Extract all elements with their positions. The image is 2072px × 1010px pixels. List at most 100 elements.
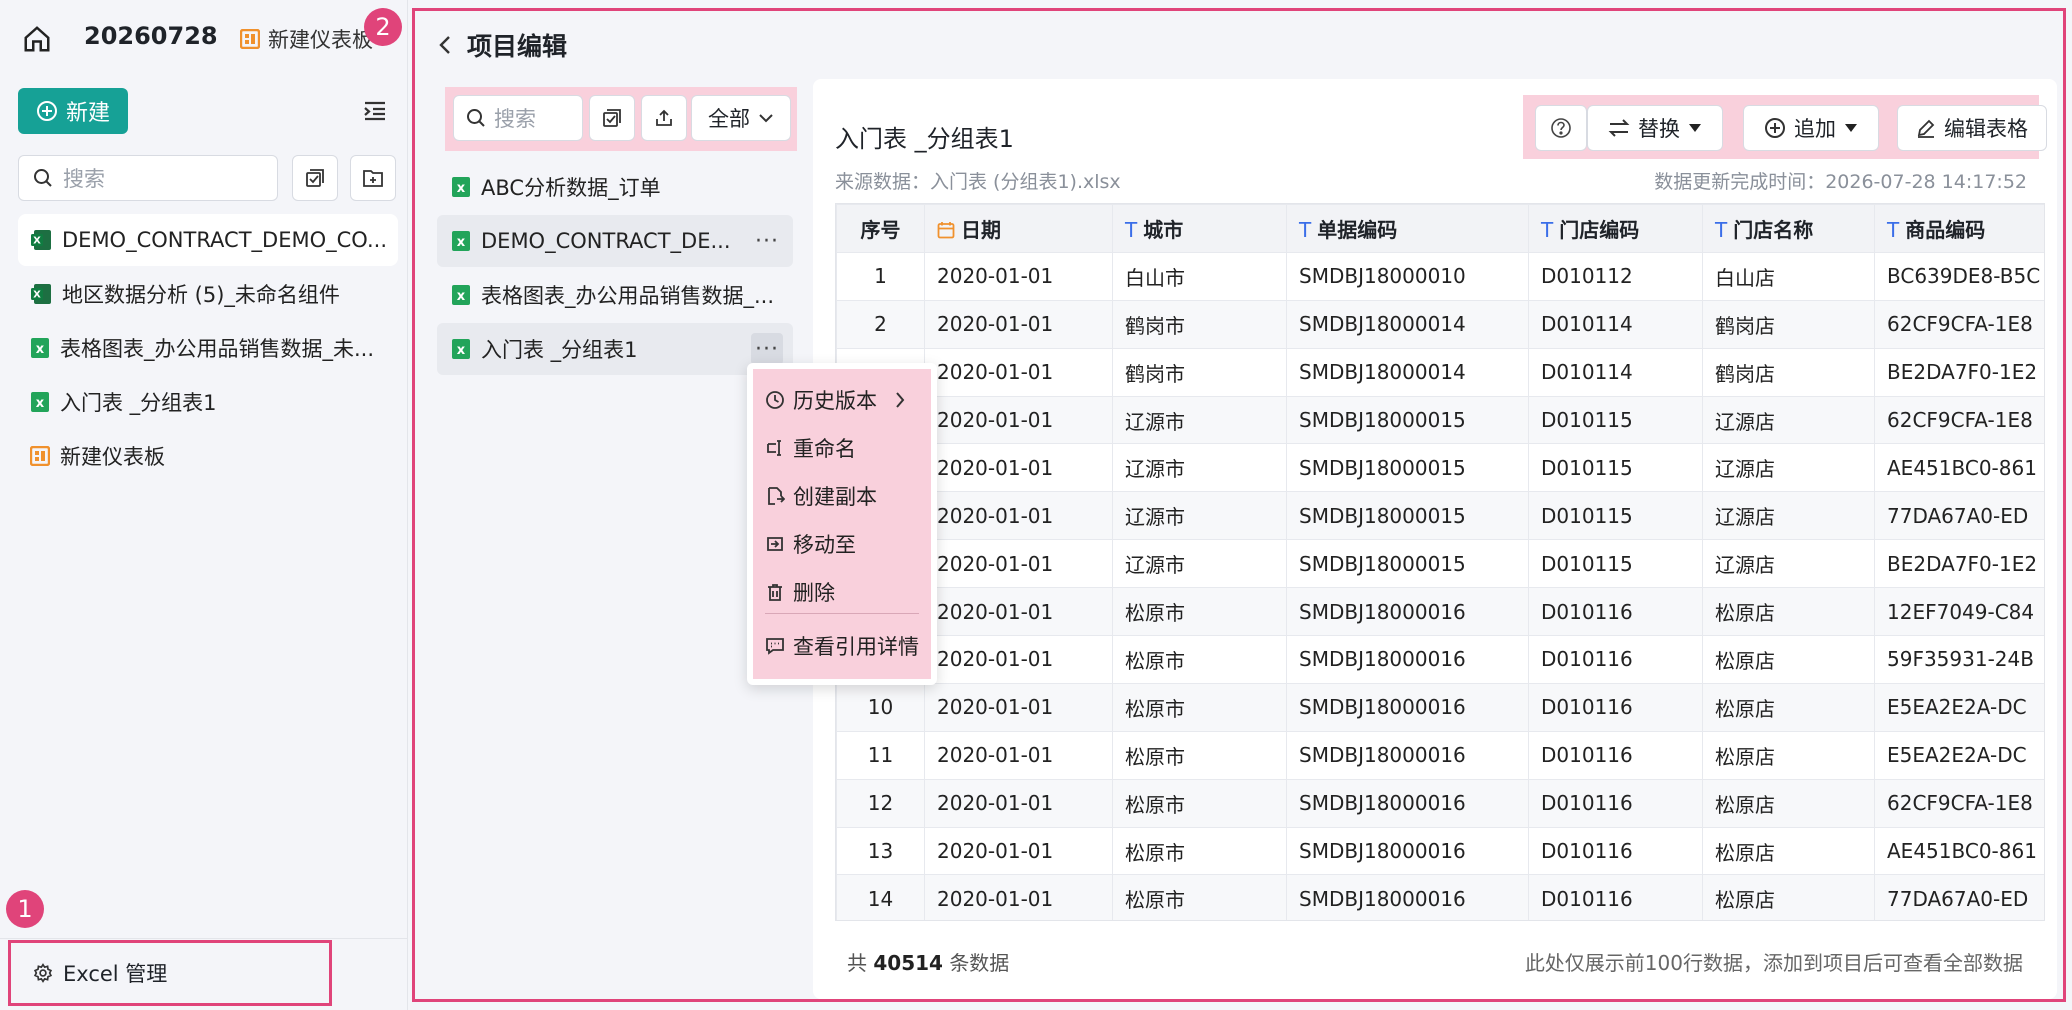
help-button[interactable]	[1535, 105, 1587, 151]
table-cell[interactable]: 辽源店	[1702, 539, 1875, 589]
table-cell[interactable]: D010116	[1528, 587, 1703, 637]
table-cell[interactable]: 松原店	[1702, 874, 1875, 920]
table-cell[interactable]: 10	[836, 682, 925, 732]
table-cell[interactable]: SMDBJ18000016	[1286, 826, 1529, 876]
table-cell[interactable]: SMDBJ18000015	[1286, 395, 1529, 445]
table-cell[interactable]: 14	[836, 874, 925, 920]
table-cell[interactable]: D010114	[1528, 347, 1703, 397]
table-cell[interactable]: SMDBJ18000016	[1286, 874, 1529, 920]
table-cell[interactable]: 77DA67A0-ED	[1874, 874, 2044, 920]
sidebar-item-region-analysis[interactable]: X 地区数据分析 (5)_未命名组件	[18, 268, 398, 320]
upload-button[interactable]	[641, 95, 687, 141]
table-cell[interactable]: 辽源市	[1112, 539, 1287, 589]
column-header-index[interactable]: 序号	[836, 204, 925, 253]
table-row[interactable]: 72020-01-01辽源市SMDBJ18000015D010115辽源店BE2…	[836, 539, 2044, 589]
table-cell[interactable]: BE2DA7F0-1E2	[1874, 347, 2044, 397]
file-search-input[interactable]: 搜索	[453, 95, 583, 141]
table-cell[interactable]: 62CF9CFA-1E8	[1874, 299, 2044, 349]
table-cell[interactable]: D010116	[1528, 874, 1703, 920]
column-header-store-name[interactable]: T 门店名称	[1702, 204, 1875, 253]
table-row[interactable]: 52020-01-01辽源市SMDBJ18000015D010115辽源店AE4…	[836, 443, 2044, 493]
table-row[interactable]: 1 2020-01-01 白山市 SMDBJ18000010 D010112 白山店 BC6…	[836, 251, 2044, 301]
sidebar-item-office-sales[interactable]: x 表格图表_办公用品销售数据_未...	[18, 322, 398, 374]
table-cell[interactable]: SMDBJ18000016	[1286, 778, 1529, 828]
table-cell[interactable]: 62CF9CFA-1E8	[1874, 778, 2044, 828]
table-cell[interactable]: SMDBJ18000014	[1286, 299, 1529, 349]
table-cell[interactable]: 辽源市	[1112, 395, 1287, 445]
table-row[interactable]: 12 2020-01-01 松原市 SMDBJ18000016 D010116 松原店 62…	[836, 778, 2044, 828]
menu-item-duplicate[interactable]: 创建副本	[765, 481, 877, 511]
table-cell[interactable]: D010115	[1528, 443, 1703, 493]
table-cell[interactable]: 77DA67A0-ED	[1874, 491, 2044, 541]
table-cell[interactable]: BE2DA7F0-1E2	[1874, 539, 2044, 589]
column-header-store-code[interactable]: T 门店编码	[1528, 204, 1703, 253]
excel-manage-button[interactable]: Excel 管理	[8, 940, 332, 1006]
home-icon[interactable]	[22, 24, 52, 54]
table-cell[interactable]: SMDBJ18000015	[1286, 539, 1529, 589]
table-cell[interactable]: 松原市	[1112, 635, 1287, 684]
table-cell[interactable]: 12EF7049-C84	[1874, 587, 2044, 637]
table-cell[interactable]: 辽源店	[1702, 491, 1875, 541]
table-cell[interactable]: SMDBJ18000015	[1286, 491, 1529, 541]
table-cell[interactable]: 松原市	[1112, 826, 1287, 876]
table-cell[interactable]: 11	[836, 730, 925, 780]
table-cell[interactable]: 辽源店	[1702, 443, 1875, 493]
table-cell[interactable]: AE451BC0-861	[1874, 443, 2044, 493]
table-cell[interactable]: 2	[836, 299, 925, 349]
column-header-date[interactable]: 日期	[924, 204, 1113, 253]
table-cell[interactable]: SMDBJ18000016	[1286, 730, 1529, 780]
replace-button[interactable]: 替换	[1587, 105, 1723, 151]
file-item-office-sales[interactable]: x 表格图表_办公用品销售数据_...	[437, 269, 793, 321]
sidebar-search-input[interactable]: 搜索	[18, 155, 278, 201]
table-cell[interactable]: 松原市	[1112, 778, 1287, 828]
table-cell[interactable]: 2020-01-01	[924, 395, 1113, 445]
table-cell[interactable]: 鹤岗店	[1702, 347, 1875, 397]
table-cell[interactable]: 2020-01-01	[924, 682, 1113, 732]
table-row[interactable]: 13 2020-01-01 松原市 SMDBJ18000016 D010116 松原店 AE…	[836, 826, 2044, 876]
table-cell[interactable]: 2020-01-01	[924, 778, 1113, 828]
table-row[interactable]: 82020-01-01松原市SMDBJ18000016D010116松原店12E…	[836, 587, 2044, 637]
table-cell[interactable]: 松原店	[1702, 587, 1875, 637]
table-cell[interactable]: 鹤岗市	[1112, 299, 1287, 349]
table-cell[interactable]: 白山市	[1112, 251, 1287, 301]
table-cell[interactable]: 59F35931-24B	[1874, 635, 2044, 684]
table-cell[interactable]: D010114	[1528, 299, 1703, 349]
table-cell[interactable]: 2020-01-01	[924, 587, 1113, 637]
table-cell[interactable]: BC639DE8-B5C	[1874, 251, 2044, 301]
table-row[interactable]: 2 2020-01-01 鹤岗市 SMDBJ18000014 D010114 鹤岗店 62C…	[836, 299, 2044, 349]
table-cell[interactable]: SMDBJ18000016	[1286, 682, 1529, 732]
table-cell[interactable]: 松原市	[1112, 874, 1287, 920]
table-cell[interactable]: 2020-01-01	[924, 251, 1113, 301]
table-cell[interactable]: 2020-01-01	[924, 443, 1113, 493]
table-cell[interactable]: SMDBJ18000010	[1286, 251, 1529, 301]
table-row[interactable]: 10 2020-01-01 松原市 SMDBJ18000016 D010116 松原店 E5…	[836, 682, 2044, 732]
dashboard-tab[interactable]: 新建仪表板	[240, 24, 373, 54]
data-table-wrapper[interactable]: 序号 日期 T 城市 T 单据编码 T 门店编码 T 门店名称 T 商品编码 1 2020-…	[835, 203, 2045, 921]
file-filter-select[interactable]: 全部	[691, 95, 791, 141]
new-folder-button[interactable]	[350, 155, 396, 201]
table-cell[interactable]: 松原店	[1702, 730, 1875, 780]
menu-item-history[interactable]: 历史版本	[765, 385, 905, 415]
table-row[interactable]: 62020-01-01辽源市SMDBJ18000015D010115辽源店77D…	[836, 491, 2044, 541]
menu-item-rename[interactable]: 重命名	[765, 433, 856, 463]
table-cell[interactable]: D010112	[1528, 251, 1703, 301]
table-cell[interactable]: 2020-01-01	[924, 874, 1113, 920]
table-cell[interactable]: 松原店	[1702, 826, 1875, 876]
menu-item-view-references[interactable]: 查看引用详情	[765, 631, 919, 661]
table-cell[interactable]: 2020-01-01	[924, 491, 1113, 541]
batch-select-button[interactable]	[292, 155, 338, 201]
table-cell[interactable]: 松原市	[1112, 730, 1287, 780]
table-cell[interactable]: E5EA2E2A-DC	[1874, 682, 2044, 732]
collapse-sidebar-icon[interactable]	[362, 98, 388, 124]
table-cell[interactable]: 2020-01-01	[924, 299, 1113, 349]
table-cell[interactable]: AE451BC0-861	[1874, 826, 2044, 876]
table-cell[interactable]: 松原市	[1112, 587, 1287, 637]
table-cell[interactable]: D010116	[1528, 826, 1703, 876]
table-row[interactable]: 92020-01-01松原市SMDBJ18000016D010116松原店59F…	[836, 635, 2044, 684]
table-cell[interactable]: 鹤岗市	[1112, 347, 1287, 397]
table-cell[interactable]: 2020-01-01	[924, 347, 1113, 397]
table-cell[interactable]: 鹤岗店	[1702, 299, 1875, 349]
new-button[interactable]: 新建	[18, 88, 128, 134]
table-cell[interactable]: D010116	[1528, 778, 1703, 828]
table-cell[interactable]: D010116	[1528, 682, 1703, 732]
